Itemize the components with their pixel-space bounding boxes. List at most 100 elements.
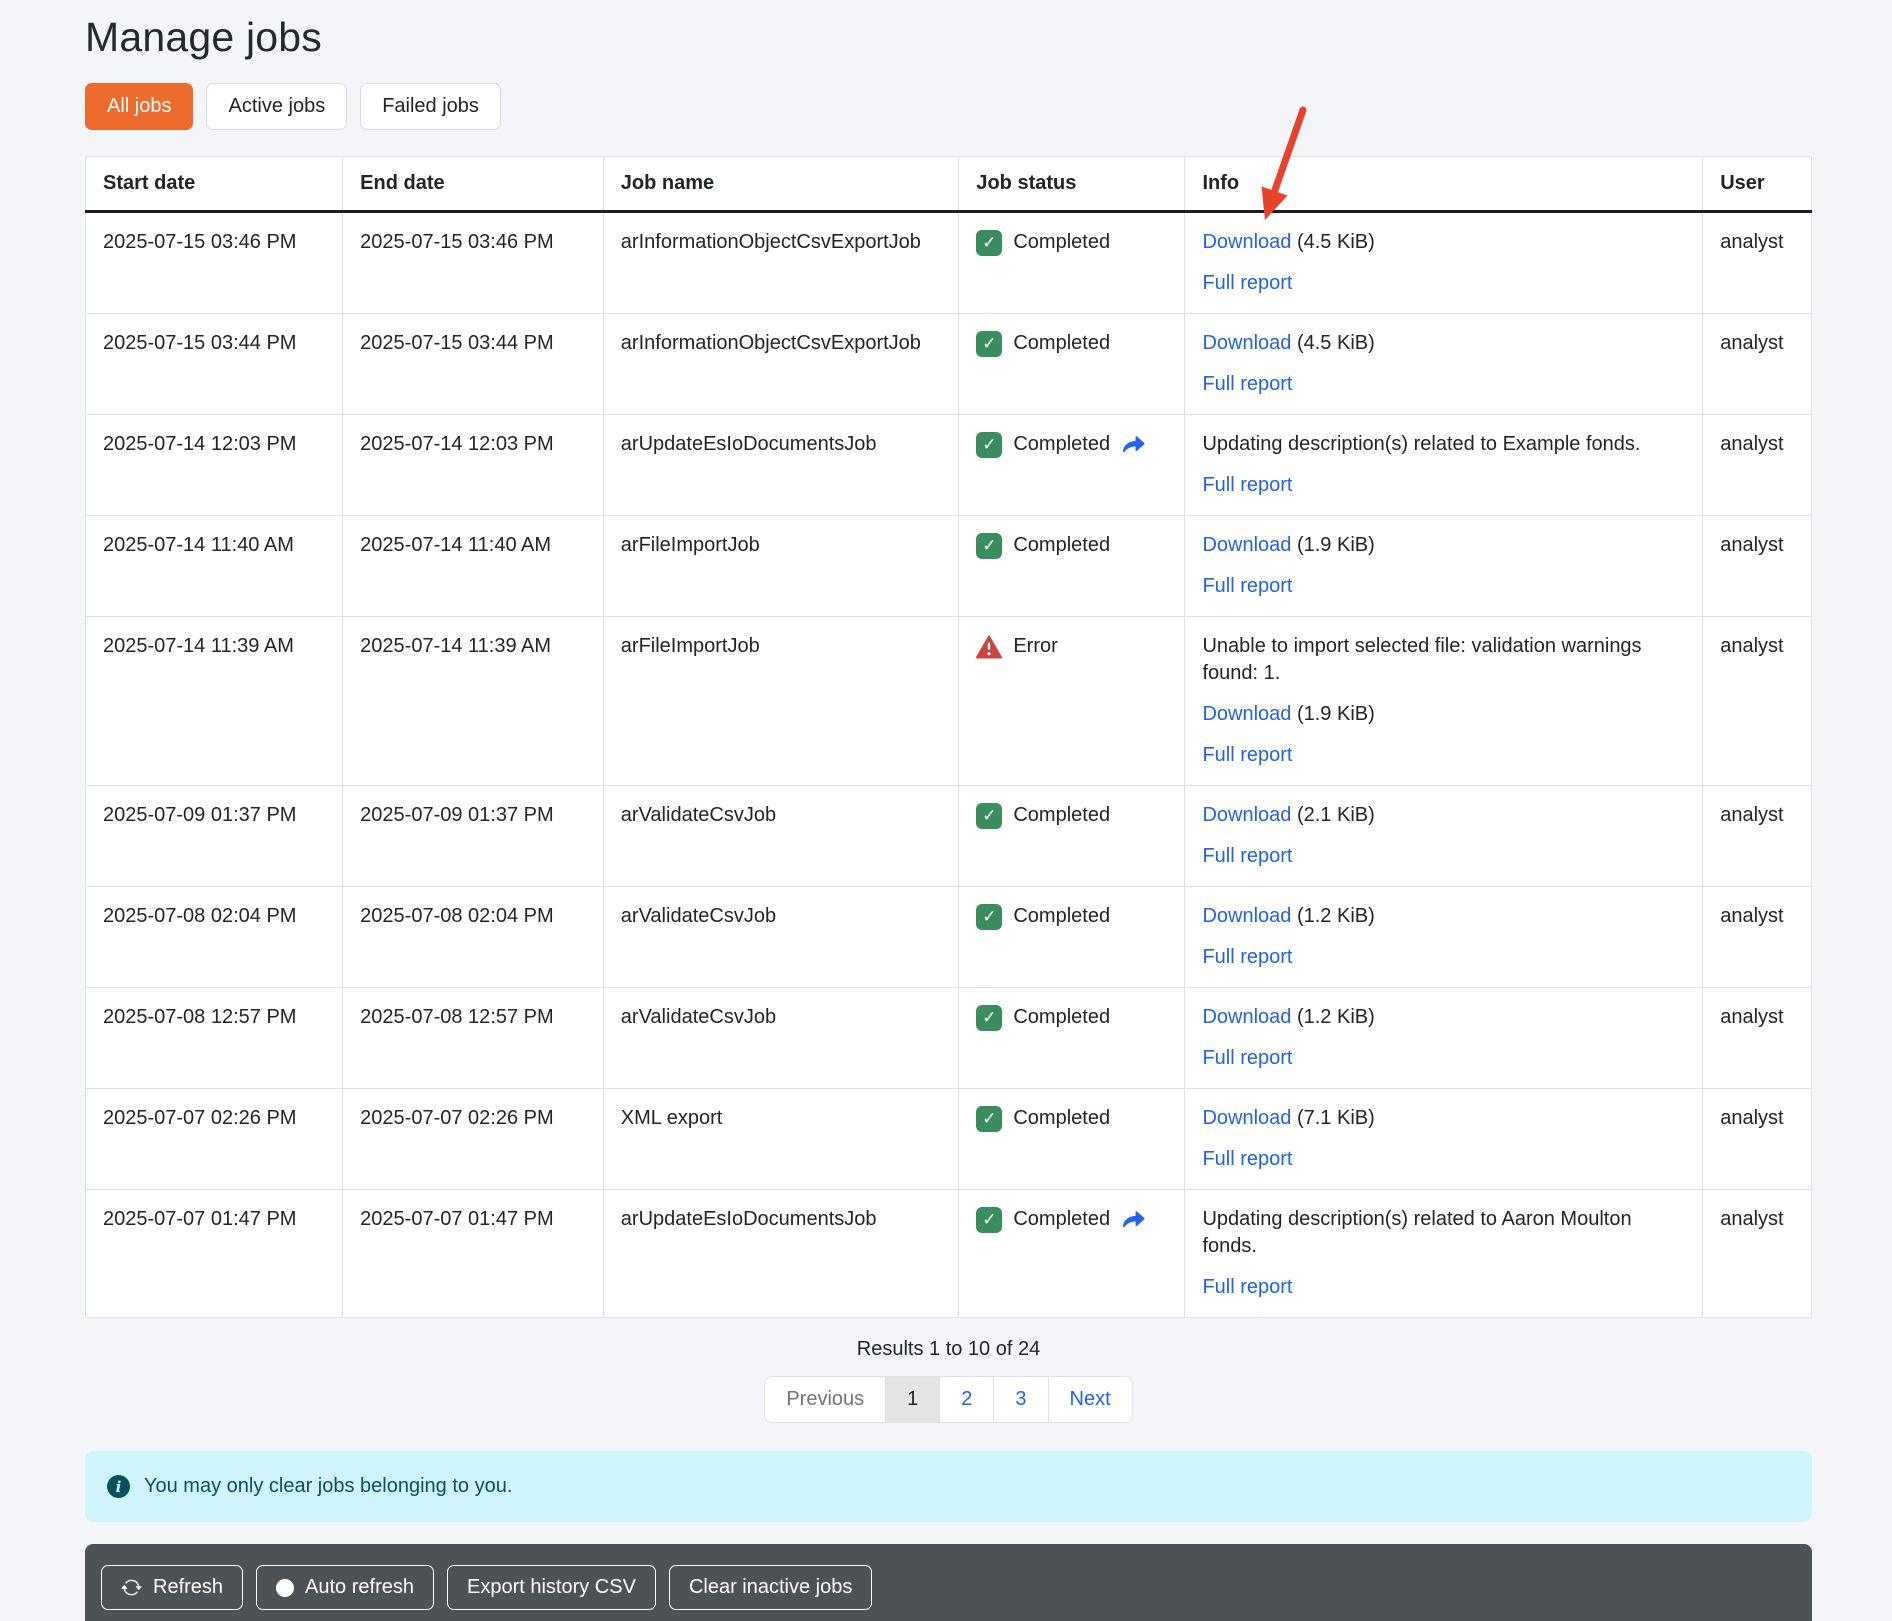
info-line: Download (2.1 KiB) (1202, 802, 1685, 829)
completed-check-icon: ✓ (976, 1106, 1002, 1132)
info-line: Download (4.5 KiB) (1202, 330, 1685, 357)
download-link[interactable]: Download (1202, 1107, 1291, 1129)
info-line: Updating description(s) related to Examp… (1202, 431, 1685, 458)
file-size-label: (1.9 KiB) (1297, 703, 1375, 725)
info-cell: Download (1.9 KiB) Full report (1185, 516, 1703, 617)
job-status-cell: ✓Completed (959, 887, 1185, 988)
job-name-cell: arUpdateEsIoDocumentsJob (603, 415, 959, 516)
full-report-link[interactable]: Full report (1202, 272, 1292, 294)
end-date-cell: 2025-07-07 02:26 PM (343, 1089, 604, 1190)
download-link[interactable]: Download (1202, 804, 1291, 826)
download-link[interactable]: Download (1202, 1006, 1291, 1028)
job-info-message: Updating description(s) related to Aaron… (1202, 1208, 1631, 1257)
completed-check-icon: ✓ (976, 1207, 1002, 1233)
start-date-cell: 2025-07-08 12:57 PM (86, 988, 343, 1089)
download-link[interactable]: Download (1202, 231, 1291, 253)
job-status-cell: ✓Completed (959, 415, 1185, 516)
end-date-cell: 2025-07-15 03:44 PM (343, 314, 604, 415)
full-report-link[interactable]: Full report (1202, 1276, 1292, 1298)
column-header-end-date: End date (343, 157, 604, 212)
info-cell: Download (4.5 KiB)Full report (1185, 212, 1703, 314)
completed-check-icon: ✓ (976, 533, 1002, 559)
file-size-label: (1.2 KiB) (1297, 905, 1375, 927)
user-cell: analyst (1703, 516, 1812, 617)
info-cell: Unable to import selected file: validati… (1185, 617, 1703, 786)
info-line: Full report (1202, 1146, 1685, 1173)
user-cell: analyst (1703, 415, 1812, 516)
job-info-message: Unable to import selected file: validati… (1202, 635, 1641, 684)
pagination-next[interactable]: Next (1048, 1376, 1133, 1423)
user-cell: analyst (1703, 786, 1812, 887)
info-line: Download (1.2 KiB) (1202, 1004, 1685, 1031)
info-cell: Download (2.1 KiB) Full report (1185, 786, 1703, 887)
full-report-link[interactable]: Full report (1202, 845, 1292, 867)
table-row: 2025-07-14 11:39 AM 2025-07-14 11:39 AM … (86, 617, 1812, 786)
export-history-csv-button[interactable]: Export history CSV (447, 1565, 656, 1610)
file-size-label: (1.2 KiB) (1297, 1006, 1375, 1028)
table-row: 2025-07-14 12:03 PM 2025-07-14 12:03 PM … (86, 415, 1812, 516)
user-cell: analyst (1703, 887, 1812, 988)
info-line: Download (4.5 KiB) (1202, 229, 1685, 256)
info-cell: Download (4.5 KiB) Full report (1185, 314, 1703, 415)
job-status-label: Completed (1013, 330, 1110, 357)
filter-all-jobs-button[interactable]: All jobs (85, 83, 193, 130)
pagination: Previous 1 2 3 Next (85, 1376, 1812, 1423)
refresh-icon (121, 1577, 142, 1598)
start-date-cell: 2025-07-15 03:46 PM (86, 212, 343, 314)
auto-refresh-button[interactable]: Auto refresh (256, 1565, 434, 1610)
full-report-link[interactable]: Full report (1202, 1047, 1292, 1069)
job-status-label: Completed (1013, 229, 1110, 256)
full-report-link[interactable]: Full report (1202, 474, 1292, 496)
clear-inactive-jobs-label: Clear inactive jobs (689, 1576, 852, 1599)
filter-failed-jobs-button[interactable]: Failed jobs (360, 83, 501, 130)
job-status-cell: ✓Completed (959, 988, 1185, 1089)
table-row: 2025-07-07 02:26 PM 2025-07-07 02:26 PM … (86, 1089, 1812, 1190)
full-report-link[interactable]: Full report (1202, 1148, 1292, 1170)
table-row: 2025-07-08 02:04 PM 2025-07-08 02:04 PM … (86, 887, 1812, 988)
job-name-cell: arFileImportJob (603, 516, 959, 617)
job-name-cell: arValidateCsvJob (603, 786, 959, 887)
start-date-cell: 2025-07-09 01:37 PM (86, 786, 343, 887)
table-row: 2025-07-07 01:47 PM 2025-07-07 01:47 PM … (86, 1190, 1812, 1318)
user-cell: analyst (1703, 1190, 1812, 1318)
info-line: Download (1.9 KiB) (1202, 532, 1685, 559)
end-date-cell: 2025-07-07 01:47 PM (343, 1190, 604, 1318)
file-size-label: (4.5 KiB) (1297, 231, 1375, 253)
export-history-csv-label: Export history CSV (467, 1576, 636, 1599)
user-cell: analyst (1703, 988, 1812, 1089)
pagination-page-2[interactable]: 2 (939, 1376, 994, 1423)
job-status-cell: Error (959, 617, 1185, 786)
user-cell: analyst (1703, 212, 1812, 314)
circle-icon (276, 1579, 294, 1597)
download-link[interactable]: Download (1202, 703, 1291, 725)
filter-active-jobs-button[interactable]: Active jobs (206, 83, 347, 130)
completed-check-icon: ✓ (976, 331, 1002, 357)
job-status-cell: ✓ Completed (959, 314, 1185, 415)
share-arrow-icon (1121, 1209, 1146, 1231)
end-date-cell: 2025-07-15 03:46 PM (343, 212, 604, 314)
full-report-link[interactable]: Full report (1202, 744, 1292, 766)
jobs-table: Start date End date Job name Job status … (85, 156, 1812, 1318)
download-link[interactable]: Download (1202, 905, 1291, 927)
table-row: 2025-07-15 03:44 PM 2025-07-15 03:44 PM … (86, 314, 1812, 415)
download-link[interactable]: Download (1202, 332, 1291, 354)
full-report-link[interactable]: Full report (1202, 946, 1292, 968)
table-row: 2025-07-09 01:37 PM 2025-07-09 01:37 PM … (86, 786, 1812, 887)
full-report-link[interactable]: Full report (1202, 373, 1292, 395)
info-line: Full report (1202, 843, 1685, 870)
page-title: Manage jobs (85, 14, 1812, 61)
info-line: Download (1.2 KiB) (1202, 903, 1685, 930)
pagination-page-1[interactable]: 1 (885, 1376, 940, 1423)
job-status-label: Error (1013, 633, 1057, 660)
refresh-button[interactable]: Refresh (101, 1565, 243, 1610)
start-date-cell: 2025-07-14 11:39 AM (86, 617, 343, 786)
column-header-start-date: Start date (86, 157, 343, 212)
clear-inactive-jobs-button[interactable]: Clear inactive jobs (669, 1565, 872, 1610)
pagination-previous[interactable]: Previous (764, 1376, 886, 1423)
info-line: Full report (1202, 1045, 1685, 1072)
info-line: Download (7.1 KiB) (1202, 1105, 1685, 1132)
pagination-page-3[interactable]: 3 (993, 1376, 1048, 1423)
job-status-label: Completed (1013, 431, 1110, 458)
full-report-link[interactable]: Full report (1202, 575, 1292, 597)
download-link[interactable]: Download (1202, 534, 1291, 556)
